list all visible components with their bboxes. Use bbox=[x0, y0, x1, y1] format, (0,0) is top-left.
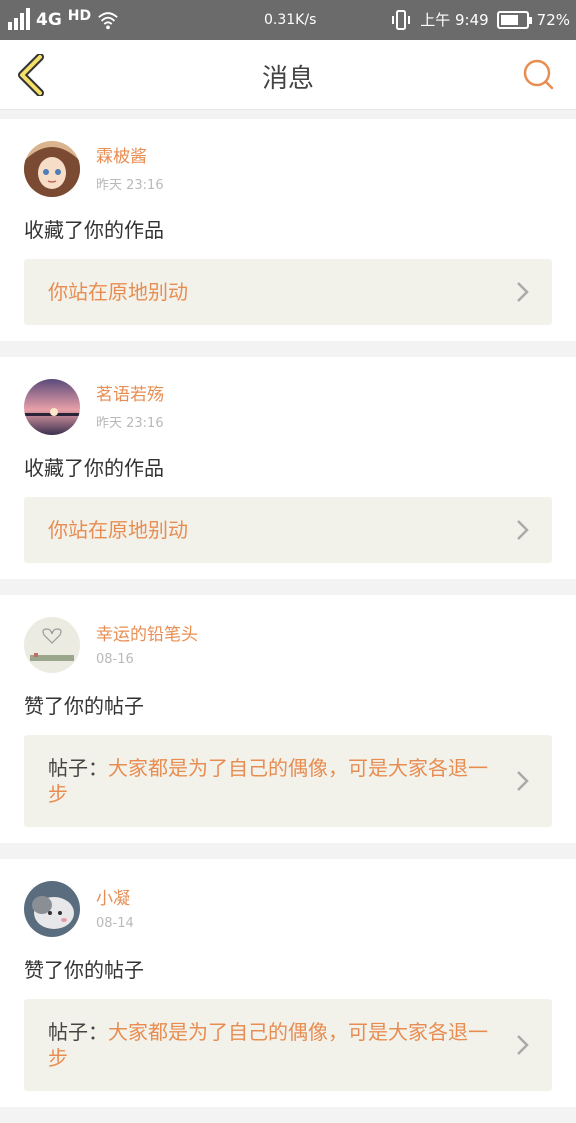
network-speed: 0.31K/s bbox=[264, 12, 317, 28]
message-list: 霖柀酱 昨天 23:16 收藏了你的作品 你站在原地别动 茗语若殇 昨天 23:… bbox=[0, 111, 576, 1123]
message-card: 幸运的铅笔头 08-16 赞了你的帖子 帖子：大家都是为了自己的偶像，可是大家各… bbox=[0, 595, 576, 843]
wifi-icon bbox=[98, 12, 118, 30]
network-type: 4G bbox=[36, 10, 62, 30]
target-link[interactable]: 你站在原地别动 bbox=[24, 497, 552, 563]
timestamp: 昨天 23:16 bbox=[96, 415, 164, 431]
chevron-right-icon bbox=[517, 282, 529, 302]
username[interactable]: 茗语若殇 bbox=[96, 384, 164, 406]
search-icon[interactable] bbox=[522, 58, 554, 90]
clock: 上午 9:49 bbox=[420, 11, 489, 29]
target-prefix: 帖子： bbox=[48, 756, 108, 780]
target-title: 大家都是为了自己的偶像，可是大家各退一步 bbox=[48, 756, 488, 806]
username[interactable]: 小凝 bbox=[96, 888, 134, 910]
vibrate-icon bbox=[392, 9, 411, 30]
battery-icon bbox=[496, 10, 532, 29]
timestamp: 昨天 23:16 bbox=[96, 177, 164, 193]
hd-indicator: HD bbox=[67, 8, 92, 24]
message-card: 茗语若殇 昨天 23:16 收藏了你的作品 你站在原地别动 bbox=[0, 357, 576, 579]
battery-percent: 72% bbox=[536, 10, 570, 29]
target-link[interactable]: 帖子：大家都是为了自己的偶像，可是大家各退一步 bbox=[24, 735, 552, 827]
status-bar: 4G HD 0.31K/s 上午 9:49 72% bbox=[0, 0, 576, 40]
message-card: 霖柀酱 昨天 23:16 收藏了你的作品 你站在原地别动 bbox=[0, 119, 576, 341]
target-title: 你站在原地别动 bbox=[48, 518, 188, 542]
message-card: 小凝 08-14 赞了你的帖子 帖子：大家都是为了自己的偶像，可是大家各退一步 bbox=[0, 859, 576, 1107]
target-title: 大家都是为了自己的偶像，可是大家各退一步 bbox=[48, 1020, 488, 1070]
chevron-right-icon bbox=[517, 1035, 529, 1055]
timestamp: 08-14 bbox=[96, 915, 134, 931]
chevron-right-icon bbox=[517, 771, 529, 791]
signal-icon bbox=[8, 8, 30, 30]
avatar[interactable] bbox=[24, 379, 80, 435]
nav-bar: 消息 bbox=[0, 40, 576, 110]
avatar[interactable] bbox=[24, 881, 80, 937]
avatar[interactable] bbox=[24, 141, 80, 197]
username[interactable]: 幸运的铅笔头 bbox=[96, 624, 198, 646]
page-title: 消息 bbox=[261, 64, 314, 94]
action-text: 收藏了你的作品 bbox=[24, 456, 164, 480]
target-link[interactable]: 帖子：大家都是为了自己的偶像，可是大家各退一步 bbox=[24, 999, 552, 1091]
action-text: 收藏了你的作品 bbox=[24, 218, 164, 242]
target-link[interactable]: 你站在原地别动 bbox=[24, 259, 552, 325]
username[interactable]: 霖柀酱 bbox=[96, 146, 164, 168]
avatar[interactable] bbox=[24, 617, 80, 673]
target-title: 你站在原地别动 bbox=[48, 280, 188, 304]
action-text: 赞了你的帖子 bbox=[24, 694, 144, 718]
action-text: 赞了你的帖子 bbox=[24, 958, 144, 982]
timestamp: 08-16 bbox=[96, 651, 134, 667]
chevron-right-icon bbox=[517, 520, 529, 540]
